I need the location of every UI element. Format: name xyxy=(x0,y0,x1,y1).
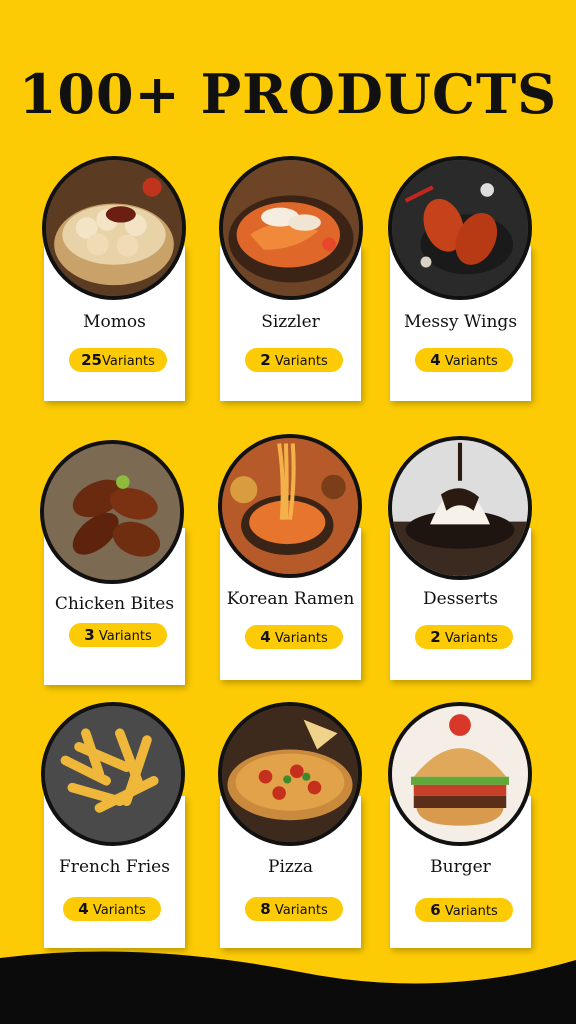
variant-unit: Variants xyxy=(444,354,498,369)
variant-count: 4 xyxy=(78,900,89,918)
variants-badge: 3 Variants xyxy=(69,623,167,647)
variants-badge: 25Variants xyxy=(69,348,167,372)
variants-badge: 2 Variants xyxy=(415,625,513,649)
momos-photo xyxy=(42,156,186,300)
variant-count: 4 xyxy=(260,628,271,646)
variant-count: 2 xyxy=(260,351,271,369)
variant-count: 6 xyxy=(430,901,441,919)
product-name: French Fries xyxy=(59,857,170,877)
product-name: Sizzler xyxy=(261,312,320,332)
variant-unit: Variants xyxy=(92,903,146,918)
page-title: 100+ PRODUCTS xyxy=(18,62,558,126)
variant-unit: Variants xyxy=(444,631,498,646)
variant-count: 8 xyxy=(260,900,271,918)
product-name: Momos xyxy=(83,312,146,332)
product-name: Desserts xyxy=(423,589,498,609)
variant-count: 3 xyxy=(84,626,95,644)
variant-unit: Variants xyxy=(274,631,328,646)
variant-unit: Variants xyxy=(444,904,498,919)
variant-unit: Variants xyxy=(274,354,328,369)
variants-badge: 6 Variants xyxy=(415,898,513,922)
burger-photo xyxy=(388,702,532,846)
chicken-bites-photo xyxy=(40,440,184,584)
product-name: Korean Ramen xyxy=(226,589,355,609)
product-name: Pizza xyxy=(268,857,313,877)
fries-photo xyxy=(41,702,185,846)
dessert-photo xyxy=(388,436,532,580)
variants-badge: 4 Variants xyxy=(63,897,161,921)
pizza-photo xyxy=(218,702,362,846)
variant-unit: Variants xyxy=(98,629,152,644)
variant-count: 2 xyxy=(430,628,441,646)
ramen-photo xyxy=(218,434,362,578)
variant-count: 4 xyxy=(430,351,441,369)
bottom-wave xyxy=(0,951,576,1024)
variant-unit: Variants xyxy=(101,354,155,369)
product-name: Burger xyxy=(430,857,491,877)
variants-badge: 4 Variants xyxy=(415,348,513,372)
sizzler-photo xyxy=(219,156,363,300)
product-name: Messy Wings xyxy=(403,312,518,332)
product-name: Chicken Bites xyxy=(54,594,175,614)
variants-badge: 4 Variants xyxy=(245,625,343,649)
variant-count: 25 xyxy=(81,351,102,369)
wings-photo xyxy=(388,156,532,300)
variants-badge: 8 Variants xyxy=(245,897,343,921)
variants-badge: 2 Variants xyxy=(245,348,343,372)
variant-unit: Variants xyxy=(274,903,328,918)
